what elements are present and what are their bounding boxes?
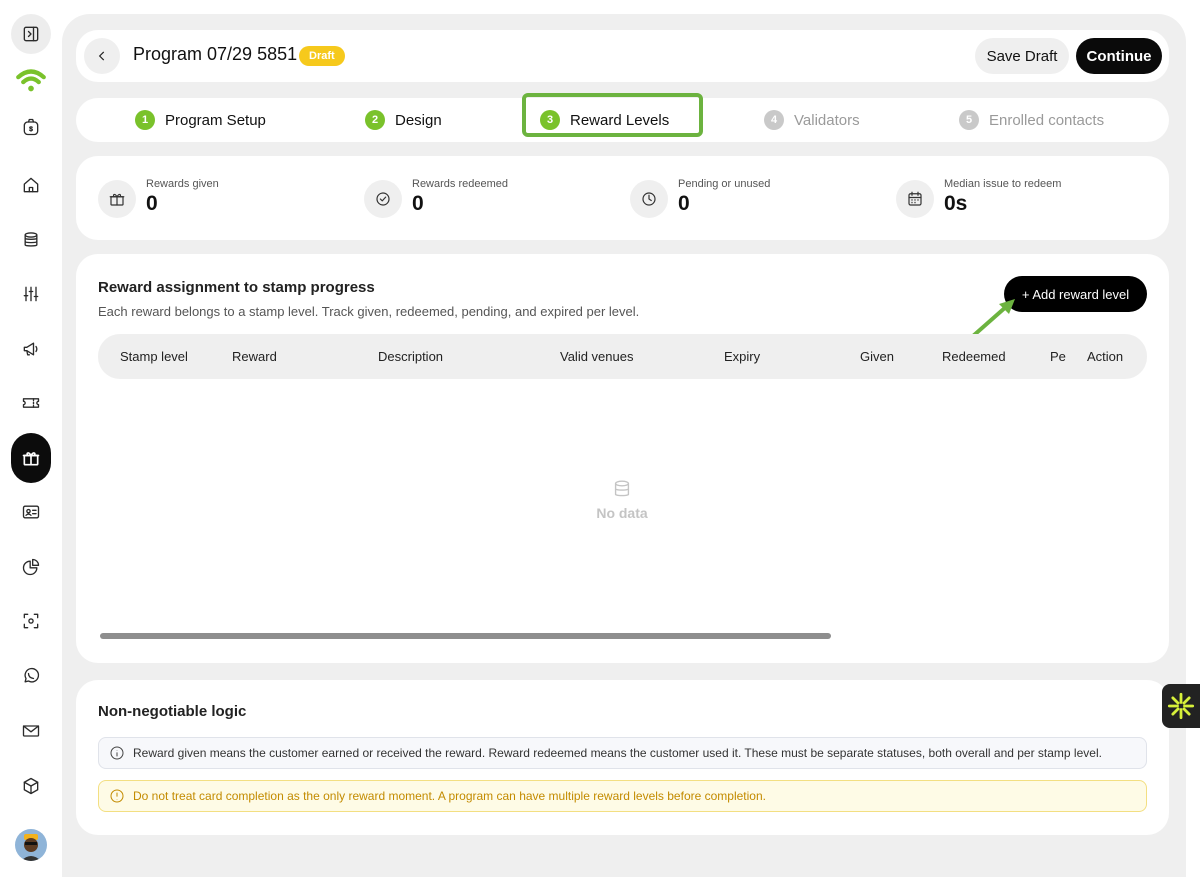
- brand-logo[interactable]: [11, 60, 51, 100]
- section-title: Reward assignment to stamp progress: [98, 279, 375, 296]
- sidebar: $: [0, 0, 62, 877]
- step-enrolled-contacts[interactable]: 5 Enrolled contacts: [959, 98, 1104, 142]
- column-header[interactable]: Stamp level: [120, 349, 188, 364]
- dollar-bag-icon: $: [23, 118, 39, 136]
- megaphone-icon: [23, 342, 38, 356]
- step-label: Reward Levels: [570, 111, 670, 129]
- stat-label: Median issue to redeem: [944, 178, 1062, 190]
- info-note: Reward given means the customer earned o…: [98, 737, 1147, 769]
- stat-value: 0: [146, 192, 158, 215]
- panel-toggle-icon: [23, 26, 39, 42]
- database-icon: [24, 232, 38, 247]
- chevron-left-icon: [98, 51, 105, 61]
- sidebar-item-campaigns[interactable]: [11, 329, 51, 369]
- sliders-icon: [23, 286, 39, 302]
- wifi-logo-icon: [16, 69, 46, 92]
- sparkle-icon: [1167, 692, 1195, 720]
- stat-value: 0: [678, 192, 690, 215]
- horizontal-scrollbar[interactable]: [100, 633, 831, 639]
- step-label: Design: [395, 111, 442, 129]
- stat-value: 0: [412, 192, 424, 215]
- stepper: 1 Program Setup 2 Design 3 Reward Levels…: [76, 93, 1169, 142]
- warning-note-text: Do not treat card completion as the only…: [133, 789, 766, 803]
- database-icon: [614, 480, 630, 497]
- column-header[interactable]: Redeemed: [942, 349, 1006, 364]
- stat-label: Pending or unused: [678, 178, 771, 190]
- user-avatar[interactable]: [15, 829, 47, 861]
- warning-icon: [110, 789, 124, 803]
- info-note-text: Reward given means the customer earned o…: [133, 746, 1102, 760]
- pie-chart-icon: [22, 558, 40, 576]
- stats-summary: Rewards given 0 Rewards redeemed 0 Pendi…: [76, 156, 1169, 240]
- page-title: Program 07/29 5851: [133, 44, 298, 64]
- empty-state-text: No data: [596, 505, 648, 521]
- column-header[interactable]: Given: [860, 349, 894, 364]
- back-button[interactable]: [84, 38, 120, 74]
- sidebar-item-tickets[interactable]: [11, 383, 51, 423]
- sidebar-item-settings[interactable]: [11, 274, 51, 314]
- svg-text:$: $: [29, 126, 33, 133]
- column-header[interactable]: Expiry: [724, 349, 760, 364]
- program-header: Program 07/29 5851 Draft Save Draft Cont…: [76, 30, 1169, 82]
- step-label: Validators: [794, 111, 860, 129]
- sidebar-item-mail[interactable]: [11, 711, 51, 751]
- step-validators[interactable]: 4 Validators: [764, 98, 860, 142]
- step-number: 1: [135, 110, 155, 130]
- sidebar-item-products[interactable]: [11, 766, 51, 806]
- floating-assistant-button[interactable]: [1162, 684, 1200, 728]
- clock-icon: [630, 180, 668, 218]
- sidebar-item-whatsapp[interactable]: [11, 656, 51, 696]
- add-reward-level-button[interactable]: + Add reward level: [1004, 276, 1147, 312]
- sidebar-toggle-button[interactable]: [11, 14, 51, 54]
- step-number: 4: [764, 110, 784, 130]
- whatsapp-icon: [24, 667, 40, 683]
- check-circle-icon: [364, 180, 402, 218]
- status-badge: Draft: [299, 46, 345, 66]
- sidebar-item-rewards[interactable]: [11, 433, 51, 483]
- gift-icon: [22, 452, 40, 466]
- step-design[interactable]: 2 Design: [365, 98, 442, 142]
- column-header[interactable]: Description: [378, 349, 443, 364]
- warning-note: Do not treat card completion as the only…: [98, 780, 1147, 812]
- gift-icon: [98, 180, 136, 218]
- reward-assignment-card: Reward assignment to stamp progress Each…: [76, 254, 1169, 663]
- step-number: 2: [365, 110, 385, 130]
- sidebar-item-billing[interactable]: $: [11, 107, 51, 147]
- sidebar-item-contacts[interactable]: [11, 492, 51, 532]
- sidebar-item-home[interactable]: [11, 165, 51, 205]
- section-subtitle: Each reward belongs to a stamp level. Tr…: [98, 304, 640, 319]
- id-card-icon: [22, 505, 40, 519]
- stat-label: Rewards redeemed: [412, 178, 508, 190]
- ticket-icon: [22, 398, 40, 408]
- mail-icon: [22, 725, 40, 737]
- stat-value: 0s: [944, 192, 968, 215]
- continue-button[interactable]: Continue: [1076, 38, 1162, 74]
- save-draft-button[interactable]: Save Draft: [975, 38, 1069, 74]
- calendar-icon: [896, 180, 934, 218]
- cube-icon: [23, 777, 39, 795]
- step-label: Enrolled contacts: [989, 111, 1105, 129]
- avatar-face-icon: [21, 834, 41, 861]
- step-reward-levels[interactable]: 3 Reward Levels: [540, 98, 669, 142]
- non-negotiable-logic-card: Non-negotiable logic Reward given means …: [76, 680, 1169, 835]
- step-number: 3: [540, 110, 560, 130]
- main-panel: Program 07/29 5851 Draft Save Draft Cont…: [62, 14, 1186, 877]
- empty-state: No data: [576, 478, 668, 521]
- stat-label: Rewards given: [146, 178, 219, 190]
- scan-icon: [23, 613, 39, 629]
- step-number: 5: [959, 110, 979, 130]
- sidebar-item-reports[interactable]: [11, 547, 51, 587]
- section-title: Non-negotiable logic: [98, 703, 247, 720]
- column-header[interactable]: Valid venues: [560, 349, 633, 364]
- table-header: Stamp level Reward Description Valid ven…: [98, 334, 1147, 379]
- home-icon: [23, 177, 39, 193]
- step-label: Program Setup: [165, 111, 266, 129]
- column-header[interactable]: Reward: [232, 349, 277, 364]
- sidebar-item-database[interactable]: [11, 220, 51, 260]
- info-icon: [110, 746, 124, 760]
- column-header[interactable]: Pe: [1050, 349, 1066, 364]
- column-header[interactable]: Action: [1087, 349, 1123, 364]
- step-program-setup[interactable]: 1 Program Setup: [135, 98, 266, 142]
- sidebar-item-scan[interactable]: [11, 601, 51, 641]
